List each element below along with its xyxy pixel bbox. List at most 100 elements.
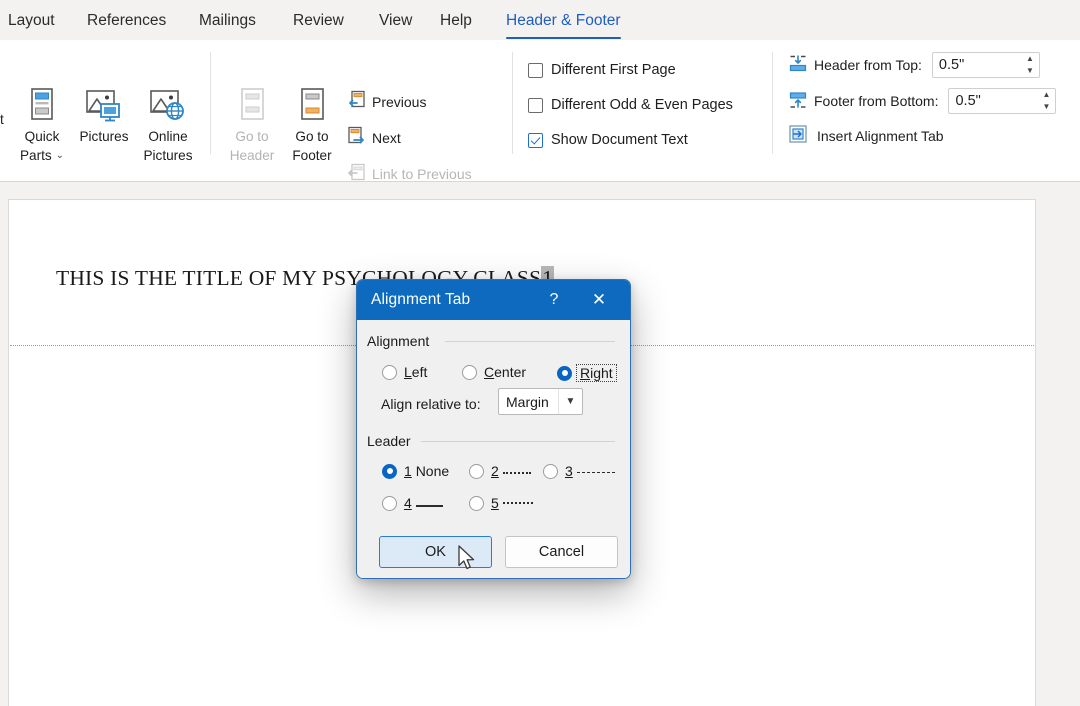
footer-from-bottom-label: Footer from Bottom: [814, 93, 938, 109]
section-rule [445, 341, 615, 342]
previous-label: Previous [372, 94, 426, 110]
radio-dot[interactable] [382, 496, 397, 511]
footer-from-bottom-value[interactable]: 0.5" [949, 89, 1037, 113]
go-to-header-button[interactable]: Go to Header [218, 86, 286, 164]
cancel-button[interactable]: Cancel [505, 536, 618, 568]
dialog-title-bar[interactable]: Alignment Tab ? ✕ [357, 280, 630, 320]
go-to-footer-button[interactable]: Go to Footer [278, 86, 346, 164]
header-from-top-control[interactable]: Header from Top: 0.5" ▲ ▼ [788, 52, 1040, 78]
alignment-tab-dialog: Alignment Tab ? ✕ Alignment Left Center … [356, 279, 631, 579]
previous-button[interactable]: Previous [346, 90, 426, 113]
chevron-down-icon[interactable]: ▼ [558, 389, 582, 414]
chevron-down-icon[interactable]: ⌄ [56, 148, 64, 164]
next-icon [346, 126, 366, 149]
leader-fine-dots-sample [503, 502, 533, 504]
insert-alignment-tab-label: Insert Alignment Tab [817, 128, 944, 144]
alignment-left-label: Left [404, 364, 427, 380]
ribbon-tab-bar: Layout References Mailings Review View H… [0, 0, 1080, 40]
header-from-top-label: Header from Top: [814, 57, 922, 73]
quick-parts-label-line2: Parts [20, 148, 52, 164]
tab-mailings[interactable]: Mailings [199, 8, 256, 34]
online-pictures-label-line2: Pictures [134, 148, 202, 164]
spinner-arrows[interactable]: ▲ ▼ [1021, 53, 1039, 77]
radio-dot[interactable] [469, 464, 484, 479]
alignment-radio-left[interactable]: Left [382, 364, 427, 380]
quick-parts-label-line1: Quick [8, 129, 76, 145]
go-to-header-icon [218, 86, 286, 126]
leader-radio-4-underline[interactable]: 4 [382, 495, 443, 511]
alignment-radio-center[interactable]: Center [462, 364, 526, 380]
leader-5-label: 5 [491, 495, 533, 511]
spinner-arrows[interactable]: ▲ ▼ [1037, 89, 1055, 113]
different-first-page-checkbox[interactable]: Different First Page [528, 62, 676, 78]
radio-dot[interactable] [469, 496, 484, 511]
help-icon[interactable]: ? [540, 280, 568, 320]
different-odd-even-pages-label: Different Odd & Even Pages [551, 97, 733, 113]
spinner-up-icon[interactable]: ▲ [1026, 55, 1034, 63]
show-document-text-label: Show Document Text [551, 132, 688, 148]
previous-icon [346, 90, 366, 113]
go-to-footer-icon [278, 86, 346, 126]
leader-solid-sample [416, 505, 443, 507]
ribbon-body: t Quick Parts ⌄ [0, 40, 1080, 182]
footer-from-bottom-icon [788, 90, 808, 113]
checkbox-box[interactable] [528, 98, 543, 113]
group-separator [512, 52, 513, 154]
dialog-body: Alignment Left Center Right Align relati… [357, 320, 630, 579]
tab-review[interactable]: Review [293, 8, 344, 34]
next-button[interactable]: Next [346, 126, 401, 149]
leader-4-label: 4 [404, 495, 443, 511]
tab-references[interactable]: References [87, 8, 166, 34]
tab-header-and-footer[interactable]: Header & Footer [506, 8, 621, 34]
tab-help[interactable]: Help [440, 8, 472, 34]
quick-parts-button[interactable]: Quick Parts ⌄ [8, 86, 76, 164]
tab-layout[interactable]: Layout [8, 8, 55, 34]
group-separator [772, 52, 773, 154]
dialog-title: Alignment Tab [371, 291, 470, 309]
footer-from-bottom-spinner[interactable]: 0.5" ▲ ▼ [948, 88, 1056, 114]
show-document-text-checkbox[interactable]: Show Document Text [528, 132, 688, 148]
checkbox-box[interactable] [528, 63, 543, 78]
insert-alignment-tab-button[interactable]: Insert Alignment Tab [788, 124, 944, 147]
leader-1-label: 1 None [404, 463, 449, 479]
footer-from-bottom-control[interactable]: Footer from Bottom: 0.5" ▲ ▼ [788, 88, 1056, 114]
leader-dots-sample [503, 472, 531, 474]
radio-dot[interactable] [543, 464, 558, 479]
next-label: Next [372, 130, 401, 146]
close-icon[interactable]: ✕ [582, 280, 616, 320]
alignment-radio-right[interactable]: Right [557, 364, 617, 382]
header-from-top-spinner[interactable]: 0.5" ▲ ▼ [932, 52, 1040, 78]
go-to-header-label-line1: Go to [218, 129, 286, 145]
radio-dot-selected[interactable] [382, 464, 397, 479]
align-relative-to-select[interactable]: Margin ▼ [498, 388, 583, 415]
section-rule [421, 441, 615, 442]
truncated-button-label: t [0, 112, 4, 127]
group-separator [210, 52, 211, 154]
online-pictures-button[interactable]: Online Pictures [134, 86, 202, 164]
spinner-down-icon[interactable]: ▼ [1026, 67, 1034, 75]
pictures-label: Pictures [70, 129, 138, 145]
radio-dot[interactable] [382, 365, 397, 380]
leader-radio-2-dots[interactable]: 2 [469, 463, 531, 479]
ribbon: Layout References Mailings Review View H… [0, 0, 1080, 182]
align-relative-to-label: Align relative to: [381, 396, 481, 412]
checkbox-box-checked[interactable] [528, 133, 543, 148]
quick-parts-icon [8, 86, 76, 126]
spinner-down-icon[interactable]: ▼ [1043, 103, 1051, 111]
header-from-top-icon [788, 54, 808, 77]
alignment-right-label: Right [576, 364, 617, 382]
leader-radio-3-dashes[interactable]: 3 [543, 463, 615, 479]
pictures-button[interactable]: Pictures [70, 86, 138, 145]
tab-view[interactable]: View [379, 8, 412, 34]
leader-radio-1-none[interactable]: 1 None [382, 463, 449, 479]
header-from-top-value[interactable]: 0.5" [933, 53, 1021, 77]
radio-dot[interactable] [462, 365, 477, 380]
mouse-cursor [458, 545, 478, 573]
align-relative-to-value: Margin [499, 394, 558, 410]
different-odd-even-pages-checkbox[interactable]: Different Odd & Even Pages [528, 97, 733, 113]
insert-alignment-tab-icon [788, 124, 808, 147]
spinner-up-icon[interactable]: ▲ [1043, 91, 1051, 99]
leader-2-label: 2 [491, 463, 531, 479]
leader-radio-5-fine-dots[interactable]: 5 [469, 495, 533, 511]
radio-dot-selected[interactable] [557, 366, 572, 381]
